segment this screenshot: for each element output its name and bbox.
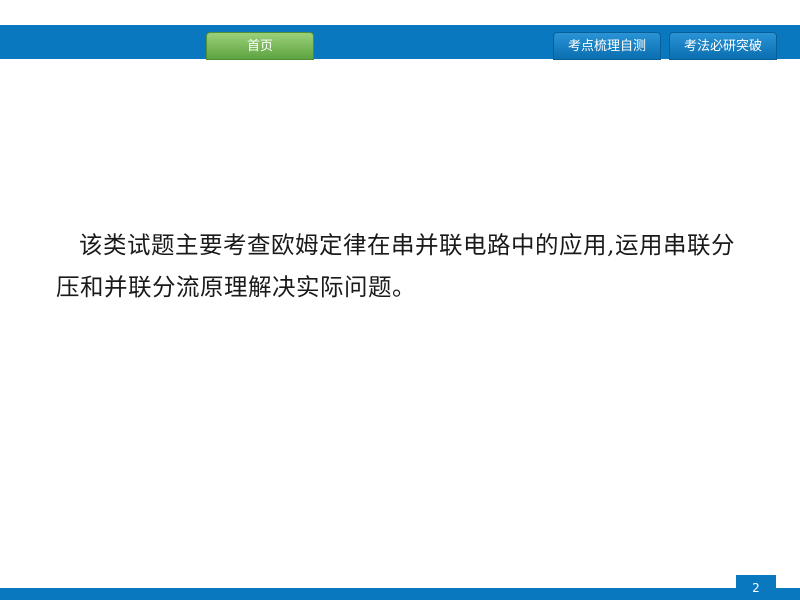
home-tab[interactable]: 首页 <box>206 32 314 60</box>
page-number: 2 <box>736 575 776 600</box>
method-breakthrough-tab[interactable]: 考法必研突破 <box>669 32 777 60</box>
review-self-test-tab[interactable]: 考点梳理自测 <box>553 32 661 60</box>
main-paragraph: 该类试题主要考查欧姆定律在串并联电路中的应用,运用串联分压和并联分流原理解决实际… <box>56 231 735 301</box>
bottom-footer-bar <box>0 588 800 600</box>
